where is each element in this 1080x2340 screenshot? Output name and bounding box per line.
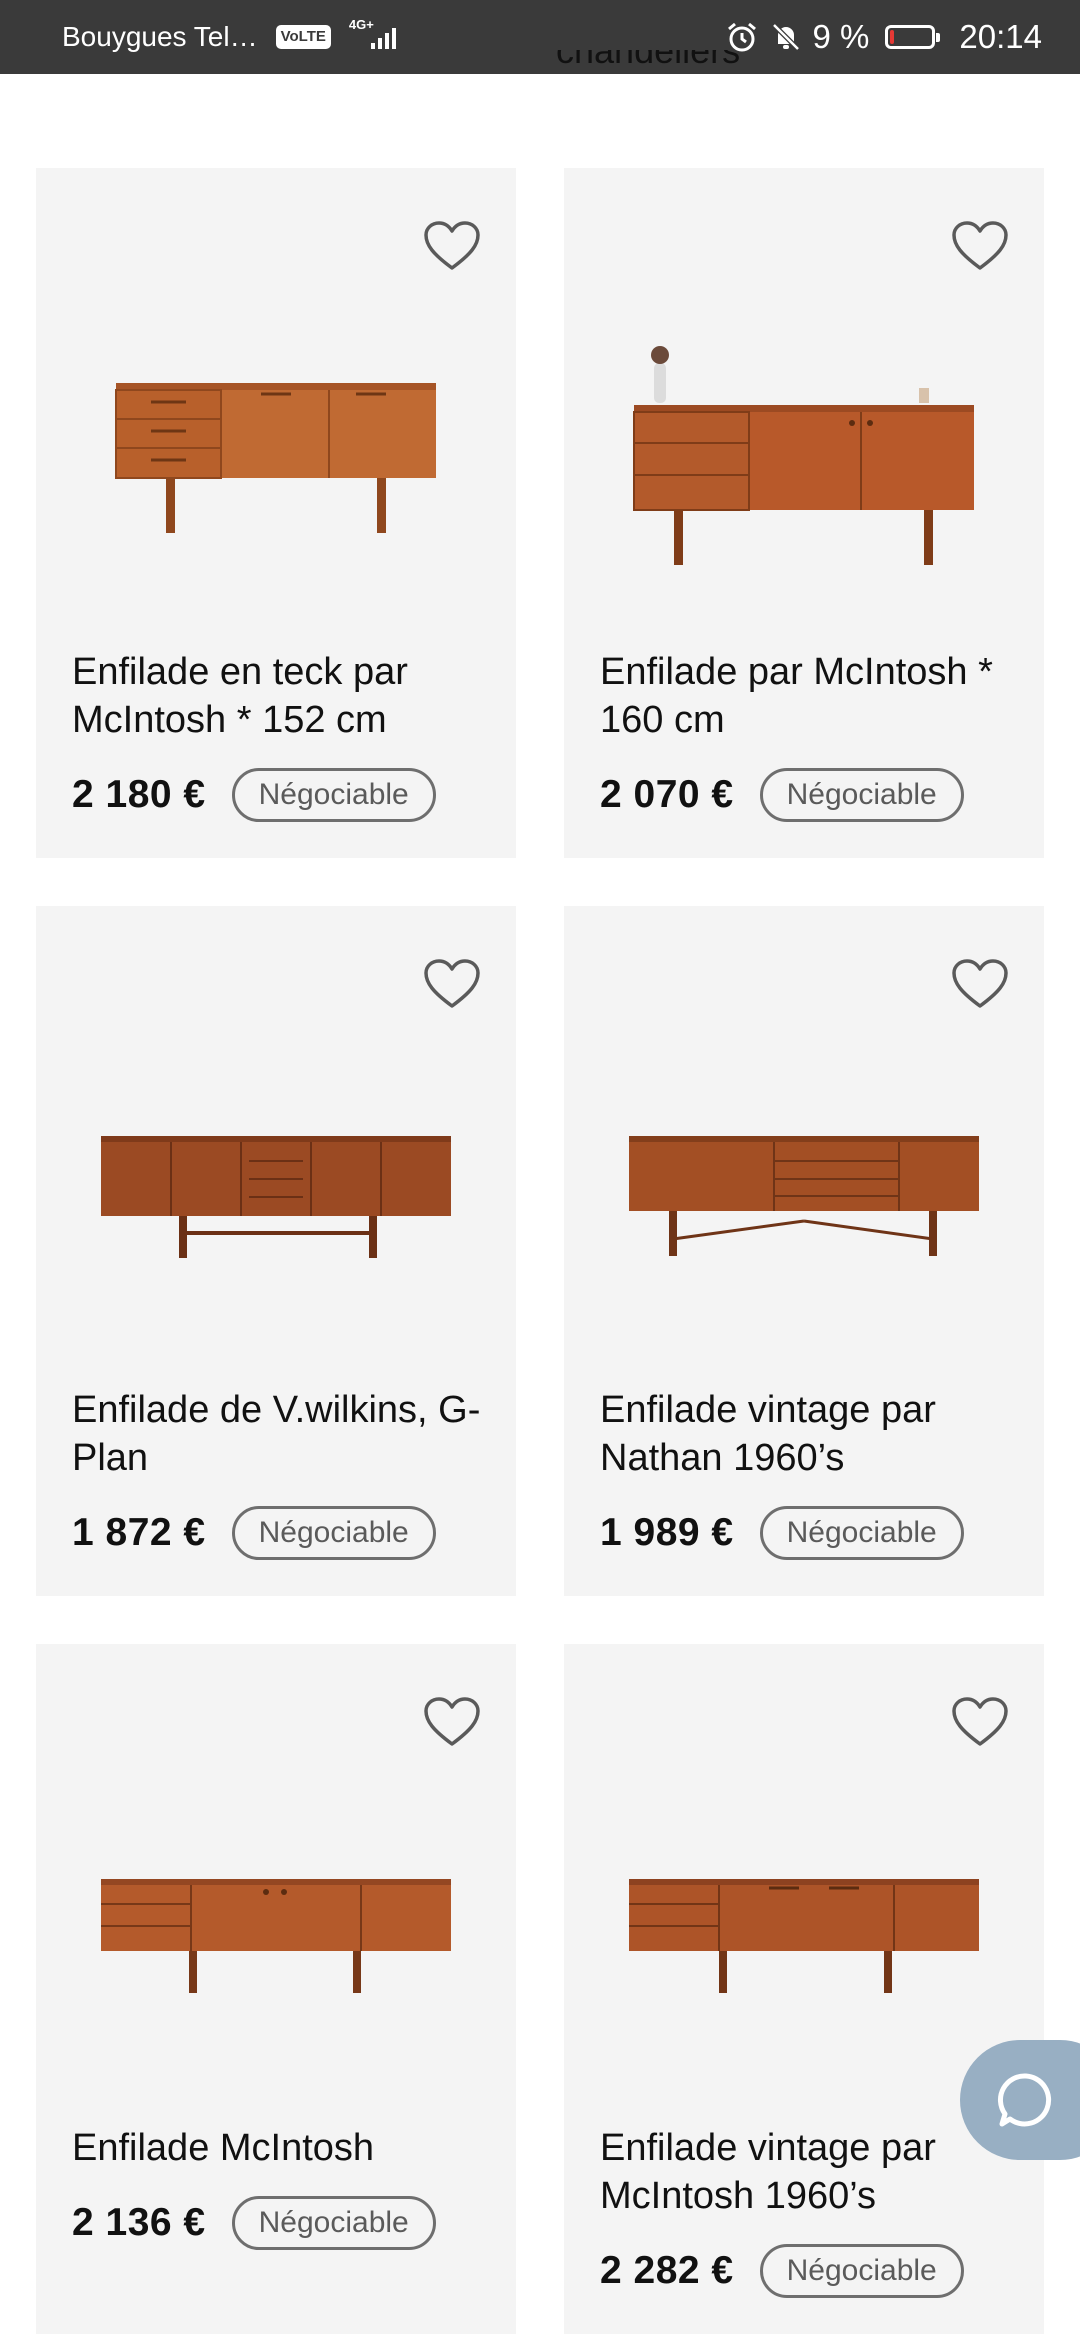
favorite-button[interactable]	[422, 956, 482, 1012]
product-title[interactable]: Enfilade vintage par Nathan 1960’s	[600, 1386, 1014, 1482]
price-row: 1 989 € Négociable	[600, 1506, 964, 1560]
negotiable-badge: Négociable	[759, 768, 964, 822]
battery-percent: 9 %	[812, 18, 870, 55]
chat-bubble-icon	[997, 2073, 1052, 2127]
product-card[interactable]: Enfilade vintage par McIntosh 1960’s 2 2…	[564, 1644, 1044, 2334]
favorite-button[interactable]	[950, 218, 1010, 274]
status-right: 9 % 20:14	[725, 18, 1042, 56]
product-title[interactable]: Enfilade McIntosh	[72, 2124, 486, 2172]
sideboard-illustration	[101, 1136, 451, 1258]
sideboard-illustration	[629, 1136, 979, 1256]
signal-strength-icon: 4G+	[349, 17, 407, 49]
status-left: Bouygues Tel… VoLTE 4G+	[62, 17, 407, 53]
price-row: 2 282 € Négociable	[600, 2244, 964, 2298]
product-card[interactable]: Enfilade en teck par McIntosh * 152 cm 2…	[36, 168, 516, 858]
heart-outline-icon	[952, 221, 1008, 270]
clock-time: 20:14	[959, 18, 1042, 55]
product-title[interactable]: Enfilade par McIntosh * 160 cm	[600, 648, 1014, 744]
negotiable-badge: Négociable	[759, 2244, 964, 2298]
product-title[interactable]: Enfilade de V.wilkins, G-Plan	[72, 1386, 486, 1482]
section-heading-partial: chandeliers	[556, 50, 741, 71]
carrier-name: Bouygues Tel…	[62, 21, 258, 52]
product-price: 1 989 €	[600, 1511, 734, 1554]
sideboard-illustration	[633, 346, 974, 565]
battery-icon	[885, 25, 941, 49]
favorite-button[interactable]	[422, 1694, 482, 1750]
product-image[interactable]	[36, 1764, 516, 2094]
negotiable-badge: Négociable	[231, 1506, 436, 1560]
product-card[interactable]: Enfilade par McIntosh * 160 cm 2 070 € N…	[564, 168, 1044, 858]
product-title[interactable]: Enfilade en teck par McIntosh * 152 cm	[72, 648, 486, 744]
negotiable-badge: Négociable	[759, 1506, 964, 1560]
heart-outline-icon	[952, 1697, 1008, 1746]
product-image[interactable]	[36, 1026, 516, 1356]
volte-badge: VoLTE	[275, 25, 331, 49]
product-image[interactable]	[564, 288, 1044, 618]
chat-button[interactable]	[960, 2040, 1080, 2160]
product-price: 2 136 €	[72, 2201, 206, 2244]
product-grid: Enfilade en teck par McIntosh * 152 cm 2…	[36, 168, 1044, 2334]
heart-outline-icon	[424, 221, 480, 270]
price-row: 2 070 € Négociable	[600, 768, 964, 822]
negotiable-badge: Négociable	[231, 2196, 436, 2250]
product-price: 2 180 €	[72, 773, 206, 816]
bell-off-icon	[771, 23, 800, 51]
product-image[interactable]	[36, 288, 516, 618]
sideboard-illustration	[115, 383, 436, 533]
heart-outline-icon	[424, 959, 480, 1008]
sideboard-illustration	[629, 1879, 979, 1993]
heart-outline-icon	[424, 1697, 480, 1746]
alarm-icon	[727, 22, 756, 52]
product-image[interactable]	[564, 1764, 1044, 2094]
product-price: 2 282 €	[600, 2249, 734, 2292]
favorite-button[interactable]	[950, 1694, 1010, 1750]
favorite-button[interactable]	[950, 956, 1010, 1012]
network-type: 4G+	[348, 17, 374, 32]
price-row: 2 136 € Négociable	[72, 2196, 436, 2250]
sideboard-illustration	[101, 1879, 451, 1993]
product-price: 2 070 €	[600, 773, 734, 816]
product-title[interactable]: Enfilade vintage par McIntosh 1960’s	[600, 2124, 1014, 2220]
price-row: 2 180 € Négociable	[72, 768, 436, 822]
status-bar: Bouygues Tel… VoLTE 4G+ 9 % 20:14	[0, 0, 1080, 74]
product-card[interactable]: Enfilade de V.wilkins, G-Plan 1 872 € Né…	[36, 906, 516, 1596]
favorite-button[interactable]	[422, 218, 482, 274]
product-price: 1 872 €	[72, 1511, 206, 1554]
heart-outline-icon	[952, 959, 1008, 1008]
product-card[interactable]: Enfilade McIntosh 2 136 € Négociable	[36, 1644, 516, 2334]
price-row: 1 872 € Négociable	[72, 1506, 436, 1560]
product-image[interactable]	[564, 1026, 1044, 1356]
negotiable-badge: Négociable	[231, 768, 436, 822]
product-card[interactable]: Enfilade vintage par Nathan 1960’s 1 989…	[564, 906, 1044, 1596]
